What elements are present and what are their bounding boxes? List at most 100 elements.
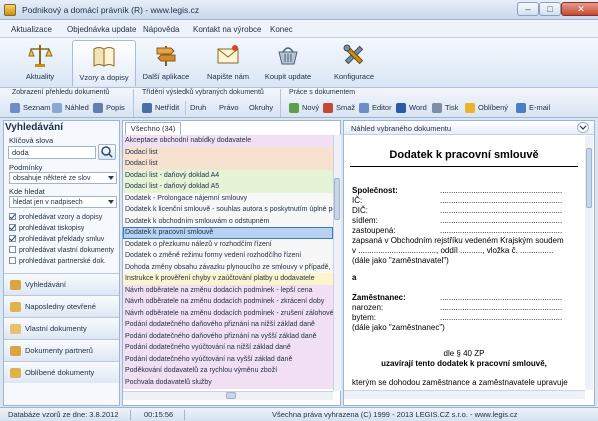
ribbon-dalsi[interactable]: Další aplikace xyxy=(134,40,198,86)
list-item[interactable]: Podání dodatečného vyúčtování na vyšší z… xyxy=(123,353,333,365)
list-scroll-thumb[interactable] xyxy=(334,178,340,220)
party1-alias: (dále jako "zaměstnavatel") xyxy=(352,256,449,265)
ribbon-aktuality[interactable]: Aktuality xyxy=(8,40,72,86)
list-item[interactable]: Dodací list xyxy=(123,146,333,158)
maximize-button[interactable]: □ xyxy=(539,2,561,16)
search-icon xyxy=(101,146,113,158)
menu-napoveda[interactable]: Nápověda xyxy=(143,25,179,34)
minimize-button[interactable]: – xyxy=(517,2,539,16)
party1-dots: ........................................… xyxy=(440,216,563,225)
nav-vyhledavani[interactable]: Vyhledávání xyxy=(4,273,119,295)
document-preview: Dodatek k pracovní smlouvě Společnost: .… xyxy=(344,136,584,390)
list-item[interactable]: Podání dodatečného vyúčtování na nižší z… xyxy=(123,342,333,354)
ribbon-napiste[interactable]: Napište nám xyxy=(196,40,260,86)
oblibeny-button[interactable]: Oblíbený xyxy=(465,101,508,115)
select-value: hledat jen v nadpisech xyxy=(13,199,83,206)
doc-heading: Dodatek k pracovní smlouvě xyxy=(389,149,539,161)
list-item[interactable]: Dodatek o přezkumu nálezů v rozhodčím ří… xyxy=(123,238,333,250)
list-item[interactable]: Návrh odběratele na změnu dodacích podmí… xyxy=(123,284,333,296)
checkbox-vlastni[interactable]: prohledávat vlastní dokumenty xyxy=(9,246,114,254)
list-item[interactable]: Návrh odběratele na změnu dodacích podmí… xyxy=(123,307,333,319)
app-icon xyxy=(4,4,16,16)
list-hscroll-thumb[interactable] xyxy=(226,392,236,399)
ribbon-vzory[interactable]: Vzory a dopisy xyxy=(72,40,136,86)
nahled-button[interactable]: Náhled xyxy=(52,101,89,115)
button-label: Druh xyxy=(190,103,207,112)
list-scrollbar[interactable] xyxy=(333,135,341,391)
ribbon: Aktuality Vzory a dopisy Další aplikace … xyxy=(0,38,598,88)
email-button[interactable]: E-mail xyxy=(516,101,550,115)
ribbon-koupit[interactable]: Koupit update xyxy=(256,40,320,86)
preview-hscrollbar[interactable] xyxy=(344,390,585,399)
list-item[interactable]: Dodatek o změně režimu formy vedení rozh… xyxy=(123,250,333,262)
netridit-button[interactable]: Netřídit xyxy=(142,101,179,115)
word-button[interactable]: Word xyxy=(396,101,427,115)
search-input[interactable] xyxy=(8,146,96,159)
nav-naposledny[interactable]: Naposledny otevřené xyxy=(4,295,119,317)
collapse-button[interactable] xyxy=(577,122,589,133)
druh-button[interactable]: Druh xyxy=(178,101,206,115)
list-item[interactable]: Pochvala dodavateli služby a zboží xyxy=(123,388,333,389)
sort-group: Třídění výsledků vybraných dokumentů Net… xyxy=(138,89,281,117)
list-item[interactable]: Podání dodatečného daňového přiznání na … xyxy=(123,319,333,331)
list-item[interactable]: Poděkování dodavatelů za rychlou výměnu … xyxy=(123,365,333,377)
button-label: Okruhy xyxy=(249,103,274,112)
novy-button[interactable]: Nový xyxy=(289,101,319,115)
party2-dots: ........................................… xyxy=(440,293,563,302)
popis-button[interactable]: Popis xyxy=(93,101,125,115)
ribbon-label: Vzory a dopisy xyxy=(79,73,129,82)
list-item[interactable]: Dohoda změny obsahu závazku plynoucího z… xyxy=(123,261,333,273)
chevron-down-icon xyxy=(108,200,114,204)
nav-label: Vyhledávání xyxy=(25,280,67,289)
menu-konec[interactable]: Konec xyxy=(270,25,293,34)
tab-vsechno[interactable]: Všechno (34) xyxy=(125,122,181,135)
list-item[interactable]: Dodatek - Prolongace nájemní smlouvy xyxy=(123,192,333,204)
list-item[interactable]: Akceptace obchodní nabídky dodavatele xyxy=(123,135,333,147)
party1-dots: ........................................… xyxy=(440,186,563,195)
editor-button[interactable]: Editor xyxy=(359,101,392,115)
where-select[interactable]: hledat jen v nadpisech xyxy=(9,196,117,208)
ribbon-label: Další aplikace xyxy=(142,72,190,81)
list-item-selected[interactable]: Dodatek k pracovní smlouvě xyxy=(123,227,333,239)
search-title: Vyhledávání xyxy=(5,122,63,133)
list-item[interactable]: Návrh odběratele na změnu dodacích podmí… xyxy=(123,296,333,308)
party2-label: Zaměstnanec: xyxy=(352,293,406,302)
conditions-select[interactable]: obsahuje některé ze slov xyxy=(9,172,117,184)
list-item[interactable]: Dodací list - daňový doklad A4 xyxy=(123,169,333,181)
list-item[interactable]: Dodatek k licenční smlouvě - souhlas aut… xyxy=(123,204,333,216)
law-reference: dle § 40 ZP xyxy=(443,349,485,358)
nav-vlastni[interactable]: Vlastní dokumenty xyxy=(4,317,119,339)
button-label: Nový xyxy=(302,103,320,112)
print-icon xyxy=(432,103,442,113)
smaz-button[interactable]: Smaž xyxy=(323,101,355,115)
list-item[interactable]: Dodací list - daňový doklad A5 xyxy=(123,181,333,193)
checkbox-tiskopisy[interactable]: prohledávat tiskopisy xyxy=(9,224,84,232)
preview-scroll-thumb[interactable] xyxy=(586,148,592,208)
ribbon-label: Konfigurace xyxy=(333,72,375,81)
checkbox-preklady[interactable]: prohledávat překlady smluv xyxy=(9,235,104,243)
separator xyxy=(130,410,131,420)
nav-oblibene[interactable]: Oblíbené dokumenty xyxy=(4,361,119,383)
list-item[interactable]: Dodatek k obchodním smlouvám o odstupném xyxy=(123,215,333,227)
pravo-button[interactable]: Právo xyxy=(207,101,239,115)
view-group: Zobrazení přehledu dokumentů Seznam Náhl… xyxy=(8,89,134,117)
checkbox-vzory[interactable]: prohledávat vzory a dopisy xyxy=(9,213,102,221)
menu-aktualizace[interactable]: Aktualizace xyxy=(11,25,52,34)
okruhy-button[interactable]: Okruhy xyxy=(237,101,273,115)
search-button[interactable] xyxy=(98,144,116,160)
party1-title: Společnost: xyxy=(352,186,398,195)
list-item[interactable]: Dodací list xyxy=(123,158,333,170)
list-item[interactable]: Podání dodatečného daňového přiznání na … xyxy=(123,330,333,342)
menu-kontakt[interactable]: Kontakt na výrobce xyxy=(193,25,261,34)
checkbox-partnerske[interactable]: prohledávat partnerské dok. xyxy=(9,257,106,265)
tisk-button[interactable]: Tisk xyxy=(432,101,458,115)
menu-objednavka[interactable]: Objednávka update xyxy=(67,25,136,34)
button-label: Popis xyxy=(106,103,125,112)
seznam-button[interactable]: Seznam xyxy=(10,101,51,115)
nav-partneri[interactable]: Dokumenty partnerů xyxy=(4,339,119,361)
email-icon xyxy=(516,103,526,113)
ribbon-konfigurace[interactable]: Konfigurace xyxy=(322,40,386,86)
list-item[interactable]: Instrukce k prověření chyby v zaúčtování… xyxy=(123,273,333,285)
close-button[interactable]: ✕ xyxy=(561,2,598,16)
list-item[interactable]: Pochvala dodavatelů služby xyxy=(123,376,333,388)
